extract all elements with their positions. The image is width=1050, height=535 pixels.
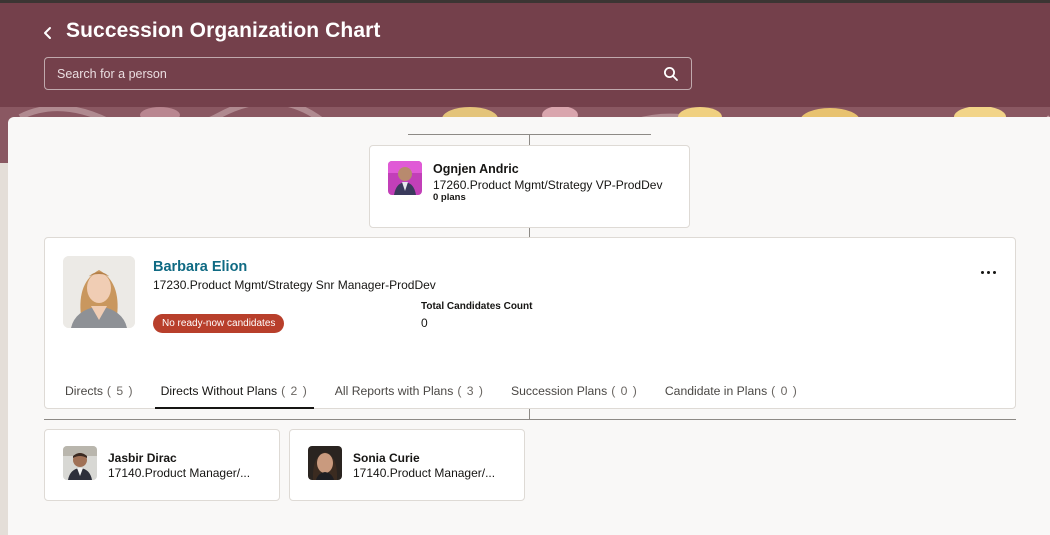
report-title: 17140.Product Manager/...: [108, 466, 251, 480]
tab-count: ( 3 ): [457, 384, 484, 398]
tab-label: All Reports with Plans: [334, 384, 454, 398]
search-input[interactable]: [45, 58, 645, 89]
tab-count: ( 2 ): [281, 384, 308, 398]
manager-title: 17260.Product Mgmt/Strategy VP-ProdDev: [433, 178, 663, 192]
report-name[interactable]: Jasbir Dirac: [108, 451, 177, 465]
avatar: [63, 446, 97, 480]
candidates-count-label: Total Candidates Count: [421, 301, 533, 312]
connector-top-vertical: [529, 134, 530, 145]
avatar: [63, 256, 135, 328]
manager-plans: 0 plans: [433, 192, 466, 203]
manager-card[interactable]: Ognjen Andric 17260.Product Mgmt/Strateg…: [369, 145, 690, 228]
connector-manager-to-person: [529, 228, 530, 237]
tab-all-reports-with-plans[interactable]: All Reports with Plans( 3 ): [335, 378, 484, 410]
report-card[interactable]: Sonia Curie 17140.Product Manager/...: [289, 429, 525, 501]
connector-person-to-reports: [529, 409, 530, 419]
tab-candidate-in-plans[interactable]: Candidate in Plans( 0 ): [665, 378, 798, 410]
tab-directs-without-plans[interactable]: Directs Without Plans( 2 ): [154, 378, 314, 410]
tab-count: ( 0 ): [611, 384, 638, 398]
status-badge: No ready-now candidates: [153, 314, 285, 333]
page-title: Succession Organization Chart: [66, 19, 381, 42]
tab-label: Directs Without Plans: [160, 384, 278, 398]
tab-bar: Directs( 5 ) Directs Without Plans( 2 ) …: [65, 378, 825, 410]
reports-divider: [44, 419, 1016, 420]
tab-succession-plans[interactable]: Succession Plans( 0 ): [511, 378, 638, 410]
search-icon[interactable]: [663, 66, 679, 82]
search-box: [44, 57, 692, 90]
tab-label: Succession Plans: [510, 384, 608, 398]
tab-count: ( 5 ): [106, 384, 134, 398]
tab-label: Directs: [65, 384, 103, 398]
person-title: 17230.Product Mgmt/Strategy Snr Manager-…: [153, 278, 436, 292]
report-card[interactable]: Jasbir Dirac 17140.Product Manager/...: [44, 429, 280, 501]
tab-directs[interactable]: Directs( 5 ): [65, 378, 134, 410]
report-title: 17140.Product Manager/...: [353, 466, 496, 480]
avatar: [308, 446, 342, 480]
left-background-strip: [0, 163, 8, 535]
person-card: Barbara Elion 17230.Product Mgmt/Strateg…: [44, 237, 1016, 409]
report-name[interactable]: Sonia Curie: [353, 451, 420, 465]
person-name[interactable]: Barbara Elion: [153, 259, 247, 275]
back-button[interactable]: [38, 21, 58, 45]
more-options-icon[interactable]: [979, 268, 999, 278]
avatar: [388, 161, 422, 195]
manager-name[interactable]: Ognjen Andric: [433, 162, 519, 176]
tab-count: ( 0 ): [771, 384, 798, 398]
candidates-count-value: 0: [421, 316, 428, 330]
tab-label: Candidate in Plans: [664, 384, 768, 398]
